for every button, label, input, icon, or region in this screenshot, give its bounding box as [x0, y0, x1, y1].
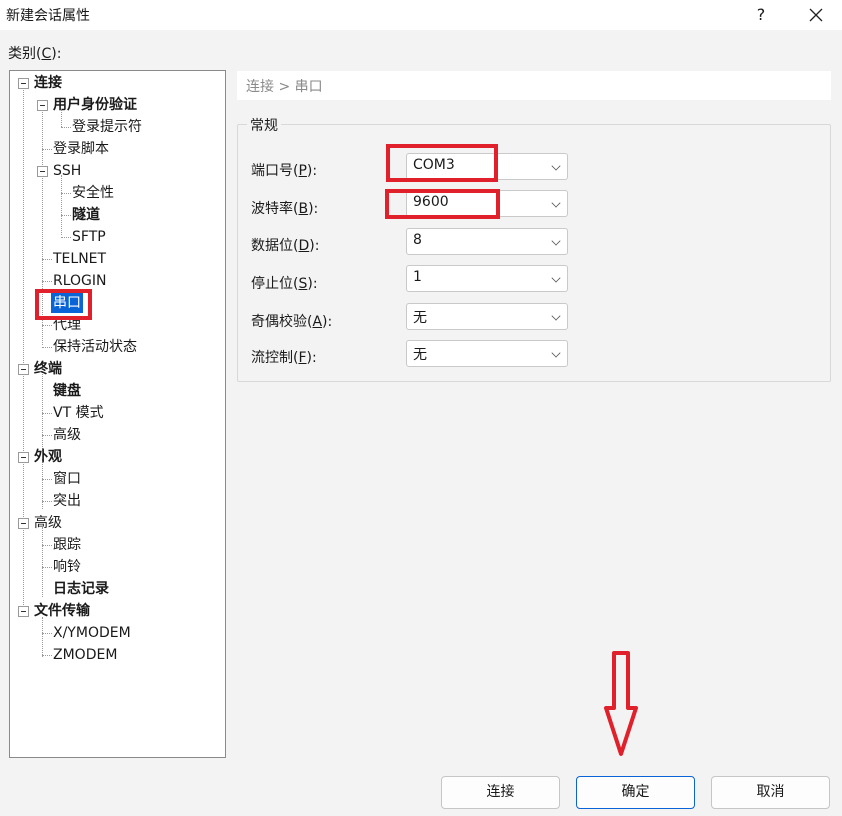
tree-connector — [61, 193, 71, 194]
tree-item-connection[interactable]: 连接 — [34, 73, 62, 93]
tree-connector — [42, 655, 52, 656]
close-icon — [809, 8, 823, 22]
tree-item-rlogin[interactable]: RLOGIN — [53, 271, 107, 291]
tree-item-zmodem[interactable]: ZMODEM — [53, 645, 117, 665]
ok-button[interactable]: 确定 — [576, 776, 695, 809]
stop-bits-label: 停止位(S): — [251, 276, 318, 292]
tree-connector — [42, 281, 52, 282]
tree-item-user-auth[interactable]: 用户身份验证 — [53, 95, 137, 115]
tree-connector — [42, 371, 43, 451]
collapse-toggle[interactable] — [18, 78, 29, 89]
tree-item-ssh[interactable]: SSH — [53, 161, 81, 181]
tree-item-terminal-advanced[interactable]: 高级 — [53, 425, 81, 445]
collapse-toggle[interactable] — [18, 518, 29, 529]
tree-connector — [42, 527, 43, 597]
tree-item-logging[interactable]: 日志记录 — [53, 579, 109, 599]
parity-select[interactable]: 无 — [406, 303, 568, 330]
tree-connector — [42, 633, 52, 634]
data-bits-label: 数据位(D): — [251, 238, 320, 254]
cancel-button[interactable]: 取消 — [711, 776, 830, 809]
tree-item-appearance[interactable]: 外观 — [34, 447, 62, 467]
annotation-highlight-box — [386, 144, 498, 182]
annotation-highlight-box — [385, 189, 500, 219]
tree-connector — [42, 545, 52, 546]
tree-item-terminal[interactable]: 终端 — [34, 359, 62, 379]
tree-connector — [42, 617, 43, 657]
chevron-down-icon — [551, 236, 561, 246]
tree-connector — [42, 567, 52, 568]
tree-item-keepalive[interactable]: 保持活动状态 — [53, 337, 137, 357]
tree-item-security[interactable]: 安全性 — [72, 183, 114, 203]
title-bar: 新建会话属性 ? — [0, 0, 842, 30]
tree-item-bell[interactable]: 响铃 — [53, 557, 81, 577]
arrow-down-icon — [604, 651, 638, 756]
tree-connector — [61, 175, 62, 235]
tree-connector — [42, 501, 52, 502]
collapse-toggle[interactable] — [18, 452, 29, 463]
tree-connector — [42, 413, 52, 414]
tree-connector — [42, 347, 52, 348]
tree-connector — [61, 237, 71, 238]
tree-connector — [42, 435, 52, 436]
data-bits-select[interactable]: 8 — [406, 228, 568, 255]
chevron-down-icon — [551, 161, 561, 171]
tree-connector — [42, 149, 52, 150]
flow-control-label: 流控制(F): — [251, 350, 317, 366]
tree-connector — [61, 215, 71, 216]
tree-item-window[interactable]: 窗口 — [53, 469, 81, 489]
tree-item-advanced[interactable]: 高级 — [34, 513, 62, 533]
tree-item-file-transfer[interactable]: 文件传输 — [34, 601, 90, 621]
collapse-toggle[interactable] — [18, 606, 29, 617]
tree-item-login-prompt[interactable]: 登录提示符 — [72, 117, 142, 137]
chevron-down-icon — [551, 311, 561, 321]
close-button[interactable] — [800, 2, 832, 28]
category-label: 类别(C): — [8, 46, 62, 62]
port-label: 端口号(P): — [251, 163, 318, 179]
tree-connector — [42, 479, 52, 480]
annotation-highlight-box — [35, 289, 92, 320]
tree-item-keyboard[interactable]: 键盘 — [53, 381, 81, 401]
breadcrumb: 连接 > 串口 — [237, 71, 831, 100]
chevron-down-icon — [551, 198, 561, 208]
tree-item-telnet[interactable]: TELNET — [53, 249, 106, 269]
tree-connector — [23, 87, 24, 617]
collapse-toggle[interactable] — [18, 364, 29, 375]
tree-connector — [42, 259, 52, 260]
tree-item-sftp[interactable]: SFTP — [72, 227, 106, 247]
connect-button[interactable]: 连接 — [441, 776, 560, 809]
flow-control-select[interactable]: 无 — [406, 340, 568, 367]
tree-connector — [42, 325, 52, 326]
stop-bits-select[interactable]: 1 — [406, 265, 568, 292]
window-title: 新建会话属性 — [6, 8, 90, 24]
tree-connector — [61, 127, 71, 128]
collapse-toggle[interactable] — [37, 100, 48, 111]
help-button[interactable]: ? — [748, 2, 774, 28]
tree-item-vt-mode[interactable]: VT 模式 — [53, 403, 104, 423]
tree-item-login-script[interactable]: 登录脚本 — [53, 139, 109, 159]
chevron-down-icon — [551, 273, 561, 283]
tree-item-xymodem[interactable]: X/YMODEM — [53, 623, 131, 643]
baud-rate-label: 波特率(B): — [251, 201, 319, 217]
parity-label: 奇偶校验(A): — [251, 314, 333, 330]
category-tree[interactable]: 连接 用户身份验证 登录提示符 登录脚本 SSH 安全性 隧道 SFTP TEL… — [9, 70, 226, 758]
group-title: 常规 — [247, 115, 281, 135]
chevron-down-icon — [551, 348, 561, 358]
tree-item-trace[interactable]: 跟踪 — [53, 535, 81, 555]
tree-item-tunnel[interactable]: 隧道 — [72, 205, 100, 225]
tree-item-highlight[interactable]: 突出 — [53, 491, 81, 511]
collapse-toggle[interactable] — [37, 166, 48, 177]
